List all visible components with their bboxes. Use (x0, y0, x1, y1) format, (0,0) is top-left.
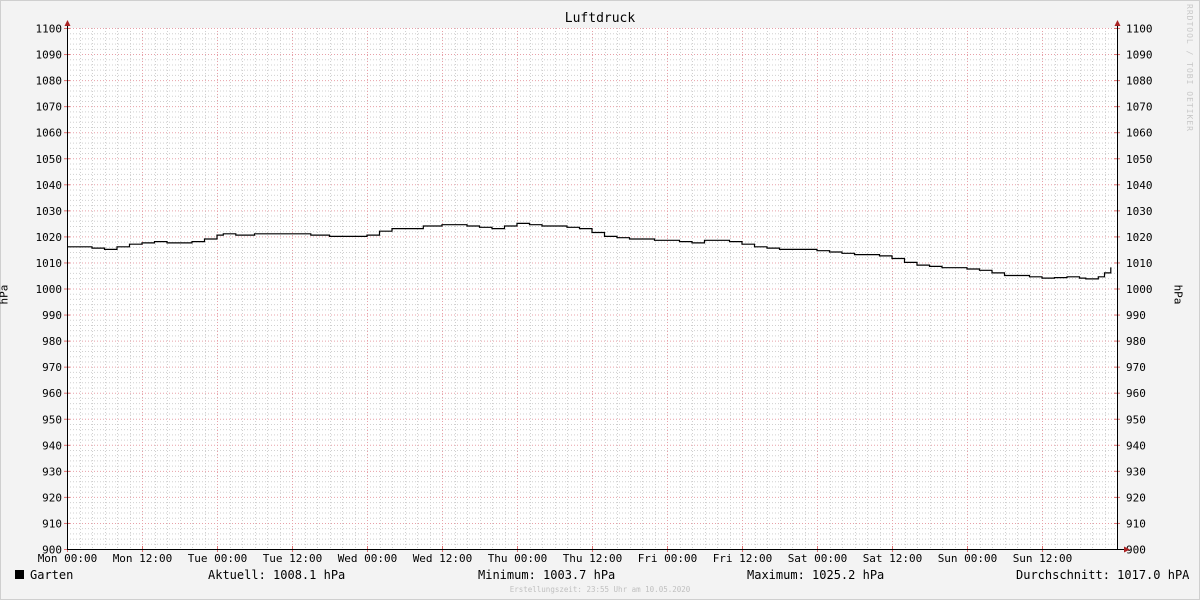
y-tick-label-right: 1060 (1126, 127, 1153, 140)
x-tick-label: Mon 12:00 (113, 552, 173, 565)
x-tick-label: Sat 00:00 (788, 552, 848, 565)
y-tick-label-right: 990 (1126, 309, 1146, 322)
x-tick-label: Wed 12:00 (413, 552, 473, 565)
y-tick-label-right: 920 (1126, 491, 1146, 504)
y-tick-label-right: 1050 (1126, 153, 1153, 166)
y-tick-label-right: 1020 (1126, 231, 1153, 244)
y-tick-label-right: 930 (1126, 465, 1146, 478)
x-tick-label: Tue 12:00 (263, 552, 323, 565)
y-tick-label-right: 940 (1126, 439, 1146, 452)
y-tick-label-left: 940 (42, 439, 62, 452)
legend-maximum: Maximum: 1025.2 hPa (747, 568, 885, 582)
y-tick-label-left: 1050 (36, 153, 63, 166)
x-tick-label: Mon 00:00 (38, 552, 98, 565)
y-axis-arrow-left (64, 20, 71, 26)
y-tick-label-left: 1010 (36, 257, 63, 270)
x-tick-label: Sun 00:00 (938, 552, 998, 565)
y-tick-label-left: 950 (42, 413, 62, 426)
y-tick-label-right: 950 (1126, 413, 1146, 426)
y-tick-label-right: 960 (1126, 387, 1146, 400)
y-tick-label-left: 960 (42, 387, 62, 400)
y-tick-label-left: 1030 (36, 205, 63, 218)
y-tick-label-left: 910 (42, 517, 62, 530)
x-tick-label: Sun 12:00 (1013, 552, 1073, 565)
x-tick-label: Fri 12:00 (713, 552, 773, 565)
y-tick-label-right: 1000 (1126, 283, 1153, 296)
y-tick-label-right: 1100 (1126, 23, 1153, 36)
y-tick-label-right: 970 (1126, 361, 1146, 374)
y-tick-label-right: 980 (1126, 335, 1146, 348)
y-tick-label-left: 990 (42, 309, 62, 322)
y-axis-arrow-right (1114, 20, 1121, 26)
y-tick-label-right: 1010 (1126, 257, 1153, 270)
y-tick-label-right: 1090 (1126, 49, 1153, 62)
chart-plot: 900 900910 910920 920930 930940 940950 950960 9… (36, 20, 1153, 565)
legend-series-name: Garten (30, 568, 74, 582)
y-tick-label-left: 1100 (36, 23, 63, 36)
legend-current: Aktuell: 1008.1 hPa (208, 568, 346, 582)
x-tick-label: Fri 00:00 (638, 552, 698, 565)
y-tick-label-left: 970 (42, 361, 62, 374)
y-tick-label-right: 1030 (1126, 205, 1153, 218)
y-tick-label-left: 1060 (36, 127, 63, 140)
legend-average: Durchschnitt: 1017.0 hPA (1016, 568, 1190, 582)
x-tick-label: Thu 12:00 (563, 552, 623, 565)
y-tick-label-left: 1040 (36, 179, 63, 192)
x-tick-label: Thu 00:00 (488, 552, 548, 565)
footer-timestamp: Erstellungszeit: 23:55 Uhr am 10.05.2020 (509, 585, 691, 594)
y-tick-label-left: 1000 (36, 283, 63, 296)
legend-minimum: Minimum: 1003.7 hPa (478, 568, 616, 582)
y-tick-label-left: 930 (42, 465, 62, 478)
y-tick-label-left: 920 (42, 491, 62, 504)
x-tick-label: Sat 12:00 (863, 552, 923, 565)
y-tick-label-right: 1080 (1126, 75, 1153, 88)
x-tick-label: Tue 00:00 (188, 552, 248, 565)
y-tick-label-left: 1070 (36, 101, 63, 114)
y-tick-label-right: 910 (1126, 517, 1146, 530)
y-tick-label-right: 1070 (1126, 101, 1153, 114)
x-tick-label: Wed 00:00 (338, 552, 398, 565)
y-tick-label-right: 1040 (1126, 179, 1153, 192)
y-tick-label-left: 1080 (36, 75, 63, 88)
y-tick-label-left: 980 (42, 335, 62, 348)
y-tick-label-left: 1090 (36, 49, 63, 62)
legend-swatch-garten (15, 570, 24, 579)
y-tick-label-left: 1020 (36, 231, 63, 244)
